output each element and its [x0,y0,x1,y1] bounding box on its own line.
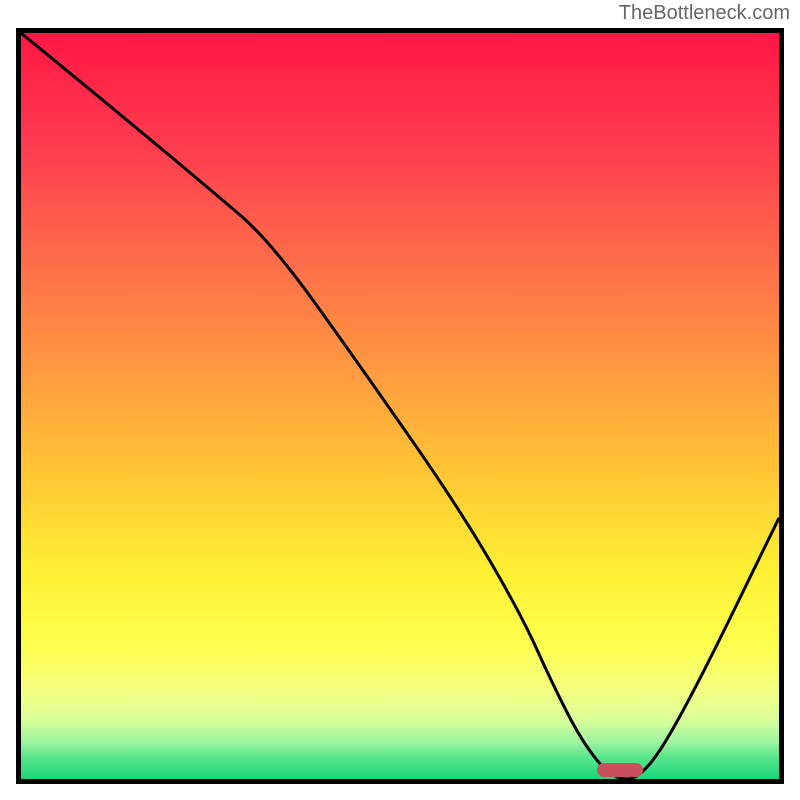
optimal-marker [597,763,642,777]
watermark-text: TheBottleneck.com [619,2,790,25]
bottleneck-curve [21,33,779,779]
chart-frame [16,28,784,784]
chart-container: TheBottleneck.com [0,0,800,800]
